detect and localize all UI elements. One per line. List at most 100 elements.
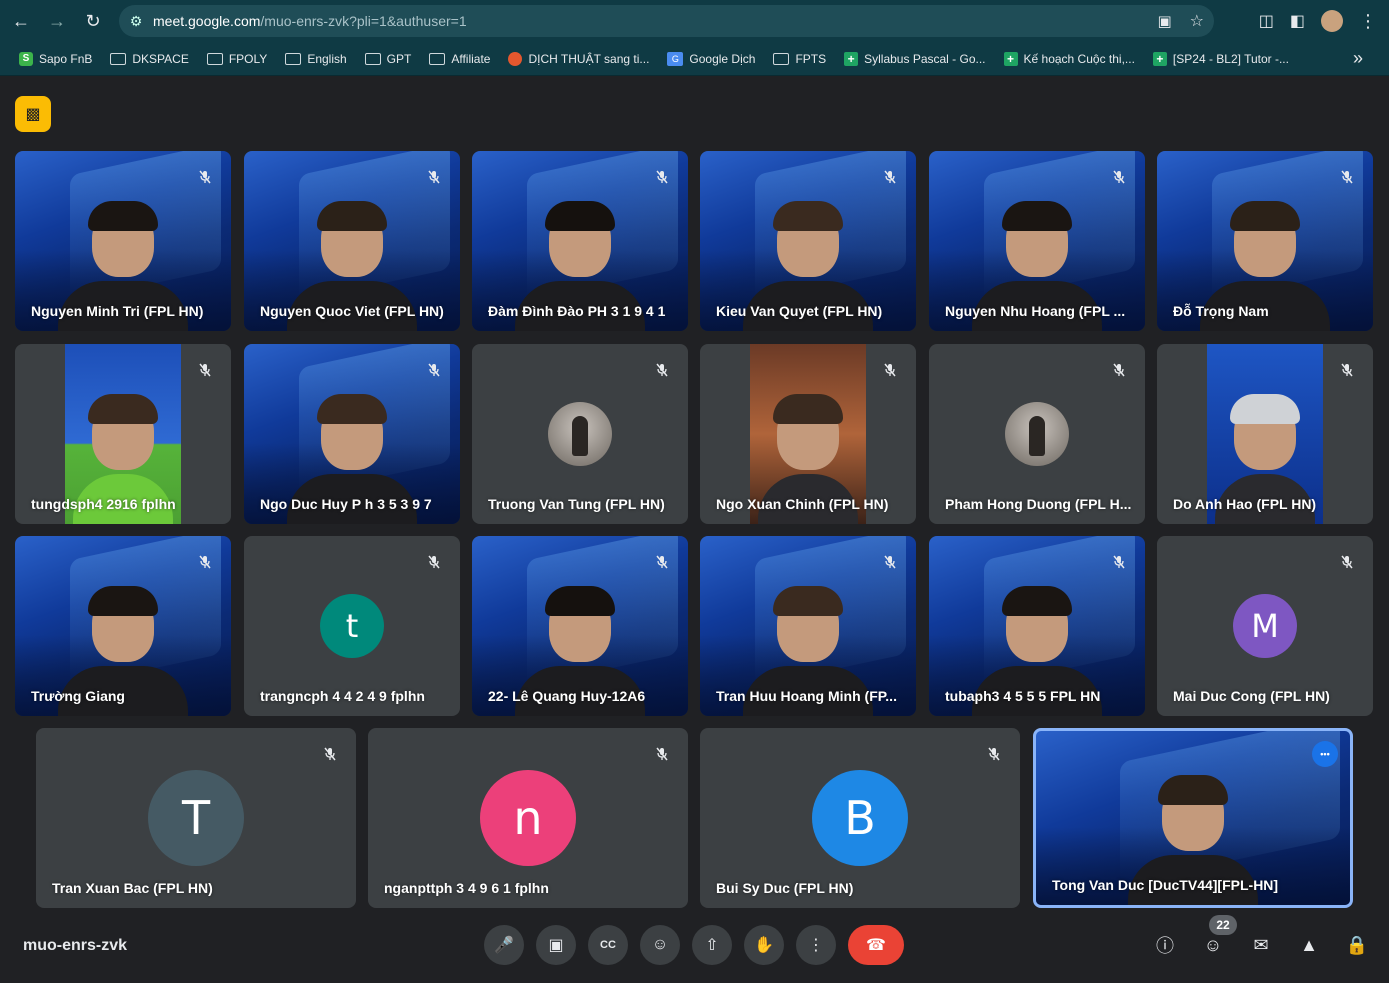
people-icon[interactable]: ☺ <box>1201 925 1225 965</box>
microphone-button[interactable]: 🎤 <box>484 925 524 965</box>
profile-photo-avatar <box>1005 402 1069 466</box>
more-options-button[interactable]: ⋮ <box>796 925 836 965</box>
participant-tile[interactable]: n nganpttph 3 4 9 6 1 fplhn <box>368 728 688 908</box>
participant-name: Ngo Xuan Chinh (FPL HN) <box>716 496 889 512</box>
bookmark-label: Syllabus Pascal - Go... <box>864 51 986 66</box>
meeting-code: muo-enrs-zvk <box>23 937 128 954</box>
participant-name: 22- Lê Quang Huy-12A6 <box>488 688 646 704</box>
host-controls-icon[interactable]: 🔒 <box>1345 925 1369 965</box>
participant-tile[interactable]: Đàm Đình Đào PH 3 1 9 4 1 <box>472 151 688 331</box>
bookmarks-overflow-icon[interactable]: » <box>1353 48 1363 69</box>
bookmark-item[interactable]: + Kế hoạch Cuộc thi,... <box>995 51 1144 66</box>
bookmark-item[interactable]: English <box>276 52 355 66</box>
present-screen-button[interactable]: ⇧ <box>692 925 732 965</box>
folder-icon <box>285 52 302 65</box>
bookmark-item[interactable]: GPT <box>356 52 421 66</box>
participant-tile[interactable]: Nguyen Quoc Viet (FPL HN) <box>244 151 460 331</box>
bookmark-item[interactable]: FPOLY <box>198 52 276 66</box>
participant-tile[interactable]: Pham Hong Duong (FPL H... <box>929 344 1145 524</box>
participant-tile[interactable]: B Bui Sy Duc (FPL HN) <box>700 728 1020 908</box>
mic-muted-icon <box>193 165 217 189</box>
camera-button[interactable]: ▣ <box>536 925 576 965</box>
browser-menu-icon[interactable]: ⋮ <box>1359 11 1377 32</box>
reload-icon[interactable]: ↻ <box>75 3 111 39</box>
participant-tile[interactable]: tungdsph4 2916 fplhn <box>15 344 231 524</box>
meeting-info-icon[interactable]: ⓘ <box>1153 925 1177 965</box>
participant-tile[interactable]: t trangncph 4 4 2 4 9 fplhn <box>244 536 460 716</box>
participant-name: Tran Xuan Bac (FPL HN) <box>52 880 213 896</box>
participant-tile[interactable]: Do Anh Hao (FPL HN) <box>1157 344 1373 524</box>
mic-muted-icon <box>193 550 217 574</box>
profile-avatar[interactable] <box>1321 10 1343 32</box>
bookmark-item[interactable]: + [SP24 - BL2] Tutor -... <box>1144 51 1298 66</box>
bookmark-label: Sapo FnB <box>39 51 93 66</box>
bookmark-label: [SP24 - BL2] Tutor -... <box>1172 51 1289 66</box>
side-panel-icon[interactable]: ◧ <box>1290 11 1305 31</box>
mic-muted-icon <box>422 550 446 574</box>
translate-site-icon <box>508 51 523 66</box>
bookmark-item[interactable]: DKSPACE <box>101 52 197 66</box>
participant-tile[interactable]: Tran Huu Hoang Minh (FP... <box>700 536 916 716</box>
profile-photo-avatar <box>548 402 612 466</box>
mic-muted-icon <box>878 550 902 574</box>
participant-name: Tran Huu Hoang Minh (FP... <box>716 688 897 704</box>
tile-options-icon[interactable]: ••• <box>1312 741 1338 767</box>
bookmark-label: Affiliate <box>451 51 491 66</box>
participant-tile[interactable]: 22- Lê Quang Huy-12A6 <box>472 536 688 716</box>
back-icon[interactable]: ← <box>3 3 39 39</box>
participant-name: Mai Duc Cong (FPL HN) <box>1173 688 1330 704</box>
participant-tile[interactable]: M Mai Duc Cong (FPL HN) <box>1157 536 1373 716</box>
captions-button[interactable]: CC <box>588 925 628 965</box>
bookmark-label: Google Dịch <box>689 51 756 66</box>
mic-muted-icon <box>1107 165 1131 189</box>
participant-tile[interactable]: Truong Van Tung (FPL HN) <box>472 344 688 524</box>
participant-tile[interactable]: ••• Tong Van Duc [DucTV44][FPL-HN] <box>1033 728 1353 908</box>
chat-icon[interactable]: ✉ <box>1249 925 1273 965</box>
participant-name: Pham Hong Duong (FPL H... <box>945 496 1132 512</box>
extensions-icon[interactable]: ◫ <box>1259 11 1274 31</box>
bookmark-item[interactable]: G Google Dịch <box>658 51 764 66</box>
end-call-button[interactable]: ☎ <box>848 925 904 965</box>
meeting-stage: ▩ Nguyen Minh Tri (FPL HN) Nguyen Quoc Vi… <box>0 76 1389 983</box>
activities-icon[interactable]: ▲ <box>1297 925 1321 965</box>
participant-tile[interactable]: Ngo Duc Huy P h 3 5 3 9 7 <box>244 344 460 524</box>
bookmark-item[interactable]: + Syllabus Pascal - Go... <box>835 51 994 66</box>
bookmark-label: Kế hoạch Cuộc thi,... <box>1023 51 1135 66</box>
participant-tile[interactable]: Kieu Van Quyet (FPL HN) <box>700 151 916 331</box>
participant-name: Do Anh Hao (FPL HN) <box>1173 496 1317 512</box>
participant-tile[interactable]: Đỗ Trọng Nam <box>1157 151 1373 331</box>
mic-muted-icon <box>422 358 446 382</box>
address-bar[interactable]: ⚙ meet.google.com/muo-enrs-zvk?pli=1&aut… <box>119 5 1214 37</box>
forward-icon[interactable]: → <box>39 3 75 39</box>
bookmark-item[interactable]: S Sapo FnB <box>10 51 101 66</box>
camera-in-use-icon[interactable]: ▣ <box>1157 12 1171 30</box>
participant-name: Đàm Đình Đào PH 3 1 9 4 1 <box>488 303 666 319</box>
bookmark-star-icon[interactable]: ☆ <box>1190 11 1204 31</box>
reactions-button[interactable]: ☺ <box>640 925 680 965</box>
participant-name: nganpttph 3 4 9 6 1 fplhn <box>384 880 549 896</box>
raise-hand-button[interactable]: ✋ <box>744 925 784 965</box>
participant-name: Truong Van Tung (FPL HN) <box>488 496 665 512</box>
mic-muted-icon <box>1107 550 1131 574</box>
letter-avatar: B <box>812 770 908 866</box>
recording-off-icon[interactable]: ▩ <box>15 96 51 132</box>
bookmark-item[interactable]: Affiliate <box>420 52 499 66</box>
mic-muted-icon <box>650 550 674 574</box>
site-settings-icon[interactable]: ⚙ <box>119 13 153 30</box>
participant-tile[interactable]: Nguyen Nhu Hoang (FPL ... <box>929 151 1145 331</box>
participant-name: tungdsph4 2916 fplhn <box>31 496 176 512</box>
participant-tile[interactable]: Nguyen Minh Tri (FPL HN) <box>15 151 231 331</box>
bookmark-label: FPOLY <box>228 51 268 66</box>
mic-muted-icon <box>318 742 342 766</box>
participant-name: Nguyen Nhu Hoang (FPL ... <box>945 303 1126 319</box>
sheets-icon: + <box>844 51 859 66</box>
participant-tile[interactable]: Trường Giang <box>15 536 231 716</box>
bookmark-label: English <box>307 51 347 66</box>
bookmark-item[interactable]: FPTS <box>764 52 835 66</box>
bookmark-label: DKSPACE <box>132 51 189 66</box>
mic-muted-icon <box>1335 358 1359 382</box>
participant-tile[interactable]: tubaph3 4 5 5 5 FPL HN <box>929 536 1145 716</box>
participant-tile[interactable]: T Tran Xuan Bac (FPL HN) <box>36 728 356 908</box>
participant-tile[interactable]: Ngo Xuan Chinh (FPL HN) <box>700 344 916 524</box>
bookmark-item[interactable]: DỊCH THUẬT sang ti... <box>499 51 658 66</box>
